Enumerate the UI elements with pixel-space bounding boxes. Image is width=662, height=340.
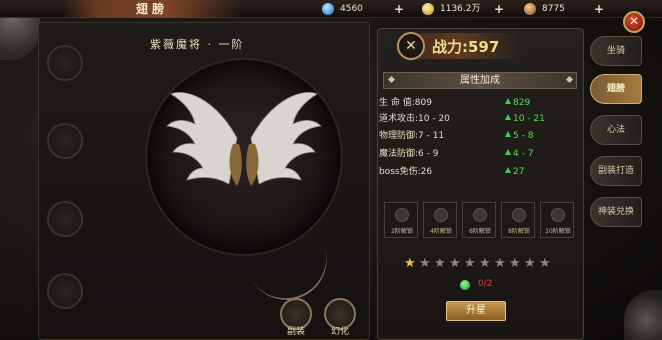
window-title: 翅膀 <box>62 0 242 18</box>
attr-boss-damage-reduction: boss免伤:26 <box>379 167 433 177</box>
unlock-slot-label: 4阶解锁 <box>430 228 452 235</box>
attr-boss-damage-reduction-gain: 27 <box>505 166 524 178</box>
power-value: 战力:597 <box>432 38 500 56</box>
upgrade-star-button[interactable]: 升星 <box>446 301 506 321</box>
star-empty-icon: ★ <box>449 256 461 271</box>
attribute-header: 属性加成 <box>383 72 577 89</box>
tab-sub-equip-forge[interactable]: 副装打造 <box>590 156 642 186</box>
gold-ingot-icon <box>422 2 434 15</box>
tab-divine-equip-exchange[interactable]: 神装兑换 <box>590 197 642 227</box>
add-gold-button[interactable]: + <box>494 1 504 17</box>
wing-icon <box>166 92 322 186</box>
unlock-slot[interactable]: 10阶解锁 <box>540 202 574 238</box>
star-empty-icon: ★ <box>479 256 491 271</box>
side-slot[interactable] <box>47 123 83 159</box>
unlock-slot-label: 2阶解锁 <box>391 228 413 235</box>
attr-physical-defense: 物理防御:7 - 11 <box>379 131 445 141</box>
lock-icon <box>512 208 526 222</box>
resource-coin: 8775 + <box>524 1 612 17</box>
tab-mount[interactable]: 坐骑 <box>590 36 642 66</box>
unlock-slot[interactable]: 8阶解锁 <box>501 202 535 238</box>
sub-equip-label: 副装 <box>286 327 305 337</box>
attr-physical-defense-gain-value: 5 - 8 <box>513 131 534 141</box>
resource-diamond: 4560 + <box>322 1 410 17</box>
resource-coin-value: 8775 <box>542 4 565 14</box>
attr-taoist-attack-gain-value: 10 - 21 <box>513 114 545 124</box>
attr-magic-defense-gain: 4 - 7 <box>505 148 533 160</box>
unlock-slot[interactable]: 6阶解锁 <box>462 202 496 238</box>
unlock-slot[interactable]: 2阶解锁 <box>384 202 418 238</box>
unlock-slot-label: 6阶解锁 <box>469 228 491 235</box>
material-count: 0/2 <box>478 279 493 289</box>
diamond-icon <box>322 2 334 15</box>
resource-gold: 1136.2万 + <box>422 1 522 17</box>
star-empty-icon: ★ <box>494 256 506 271</box>
lock-icon <box>473 208 487 222</box>
wings-screen: 翅膀 4560 + 1136.2万 + 8775 + ✕ 紫薇魔将 · 一阶 副… <box>0 0 662 340</box>
star-filled-icon: ★ <box>404 256 416 271</box>
arrow-up-icon <box>505 114 511 120</box>
transform-label: 幻化 <box>330 327 349 337</box>
attr-boss-damage-reduction-gain-value: 27 <box>513 167 525 177</box>
crossed-swords-icon: ✕ <box>397 32 425 60</box>
lock-icon <box>434 208 448 222</box>
add-coin-button[interactable]: + <box>594 1 604 17</box>
arrow-up-icon <box>505 167 511 173</box>
attr-hp-gain-value: 829 <box>513 98 531 108</box>
dragon-ornament-right <box>624 290 662 340</box>
star-empty-icon: ★ <box>509 256 521 271</box>
side-slot[interactable] <box>47 45 83 81</box>
attr-hp: 生 命 值:809 <box>379 98 432 108</box>
unlock-slot-label: 10阶解锁 <box>545 228 571 235</box>
star-empty-icon: ★ <box>434 256 446 271</box>
attr-taoist-attack: 道术攻击:10 - 20 <box>379 114 450 124</box>
resource-diamond-value: 4560 <box>340 4 363 14</box>
attr-physical-defense-gain: 5 - 8 <box>505 130 533 142</box>
star-empty-icon: ★ <box>539 256 551 271</box>
tab-mental-skill[interactable]: 心法 <box>590 115 642 145</box>
tab-wings[interactable]: 翅膀 <box>590 74 642 104</box>
attr-hp-gain: 829 <box>505 97 530 109</box>
unlock-slot[interactable]: 4阶解锁 <box>423 202 457 238</box>
arrow-up-icon <box>505 131 511 137</box>
close-button[interactable]: ✕ <box>623 11 645 33</box>
unlock-slot-label: 8阶解锁 <box>508 228 530 235</box>
wing-display-circle <box>145 58 343 256</box>
side-slot[interactable] <box>47 273 83 309</box>
unlock-slots: 2阶解锁 4阶解锁 6阶解锁 8阶解锁 10阶解锁 <box>382 202 578 240</box>
attr-magic-defense: 魔法防御:6 - 9 <box>379 149 439 159</box>
star-empty-icon: ★ <box>419 256 431 271</box>
close-icon: ✕ <box>628 14 640 28</box>
attr-taoist-attack-gain: 10 - 21 <box>505 113 545 125</box>
star-empty-icon: ★ <box>464 256 476 271</box>
top-bar: 翅膀 4560 + 1136.2万 + 8775 + <box>0 0 662 18</box>
green-gem-icon <box>460 280 470 290</box>
arrow-up-icon <box>505 98 511 104</box>
lock-icon <box>551 208 565 222</box>
star-empty-icon: ★ <box>524 256 536 271</box>
coin-icon <box>524 2 536 15</box>
lock-icon <box>395 208 409 222</box>
wing-name: 紫薇魔将 · 一阶 <box>150 38 245 51</box>
attr-magic-defense-gain-value: 4 - 7 <box>513 149 534 159</box>
add-diamond-button[interactable]: + <box>394 1 404 17</box>
resource-gold-value: 1136.2万 <box>440 4 481 14</box>
side-slot[interactable] <box>47 201 83 237</box>
arrow-up-icon <box>505 149 511 155</box>
